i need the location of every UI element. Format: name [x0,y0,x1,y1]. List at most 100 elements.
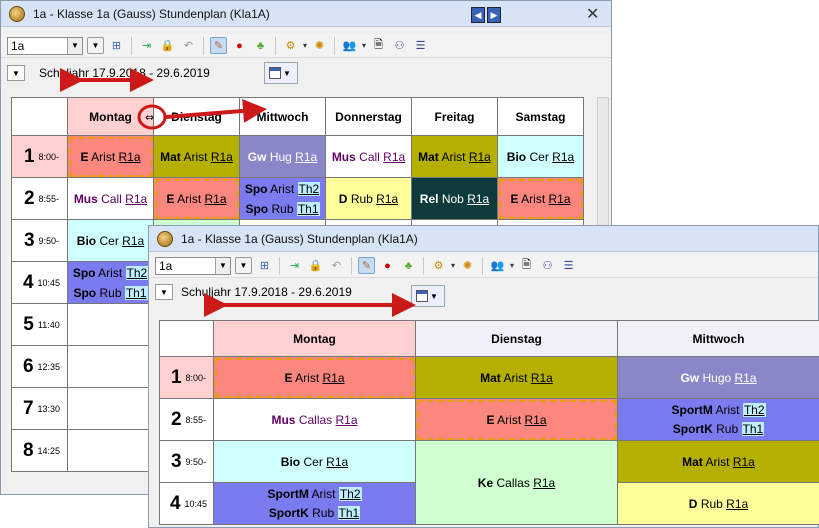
gear-icon[interactable]: ✺ [311,37,328,54]
empty-cell[interactable] [67,345,154,388]
settings-icon[interactable]: ⚙ [430,257,447,274]
brush-icon[interactable]: ✎ [358,257,375,274]
users-icon[interactable]: ⚇ [539,257,556,274]
day-header-monday[interactable]: Montag [67,97,154,136]
lesson-room[interactable]: Th2 [297,181,321,196]
empty-cell[interactable] [67,429,154,472]
settings-dropdown-icon[interactable]: ▾ [303,41,307,50]
period-header-2[interactable]: 2 8:55- [11,177,68,220]
class-select[interactable]: 1a ▼ [155,256,231,275]
lesson-room[interactable]: R1a [469,150,491,164]
export-icon[interactable]: ⇥ [286,257,303,274]
period-header-4[interactable]: 4 10:45 [159,482,214,525]
lesson-room[interactable]: R1a [552,150,574,164]
lesson-cell[interactable]: E Arist R1a [153,177,240,220]
lesson-room[interactable]: R1a [295,150,317,164]
users-icon[interactable]: ⚇ [391,37,408,54]
lesson-cell[interactable]: Bio Cer R1a [67,219,154,262]
lesson-cell[interactable]: Mus Call R1a [67,177,154,220]
lesson-cell[interactable]: Ke Callas R1a [415,440,618,525]
lesson-cell[interactable]: Gw Hugo R1a [617,356,819,399]
lesson-cell[interactable]: Mat Arist R1a [411,135,498,178]
lesson-cell[interactable]: E Arist R1a [415,398,618,441]
document-icon[interactable]: 🗎 [518,257,535,274]
lesson-cell[interactable]: Bio Cer R1a [213,440,416,483]
pin-icon[interactable]: ● [379,257,396,274]
undo-icon[interactable]: ↶ [180,37,197,54]
nav-next-icon[interactable]: ▶ [487,7,501,23]
lesson-room[interactable]: R1a [733,455,755,469]
day-header-saturday[interactable]: Samstag [497,97,584,136]
day-header-wednesday[interactable]: Mittwoch [239,97,326,136]
empty-cell[interactable] [67,303,154,346]
lesson-cell[interactable]: Spo Arist Th2 Spo Rub Th1 [67,261,154,304]
nav-prev-icon[interactable]: ◀ [471,7,485,23]
list-icon[interactable]: ☰ [560,257,577,274]
lesson-cell[interactable]: Mat Arist R1a [617,440,819,483]
lesson-room[interactable]: R1a [726,497,748,511]
lock-icon[interactable]: 🔒 [159,37,176,54]
day-header-tuesday[interactable]: Dienstag [415,320,618,357]
day-header-thursday[interactable]: Donnerstag [325,97,412,136]
grid-icon[interactable]: ⊞ [108,37,125,54]
lesson-room[interactable]: R1a [205,192,227,206]
lesson-cell[interactable]: SportM Arist Th2 SportK Rub Th1 [617,398,819,441]
period-header-7[interactable]: 7 13:30 [11,387,68,430]
lesson-cell[interactable]: Mat Arist R1a [415,356,618,399]
period-header-4[interactable]: 4 10:45 [11,261,68,304]
lesson-room[interactable]: R1a [525,413,547,427]
lesson-room[interactable]: R1a [119,150,141,164]
undo-icon[interactable]: ↶ [328,257,345,274]
dropdown-button[interactable]: ▼ [235,257,252,274]
empty-cell[interactable] [67,387,154,430]
lesson-cell[interactable]: Gw Hug R1a [239,135,326,178]
lesson-room[interactable]: R1a [735,371,757,385]
period-header-1[interactable]: 1 8:00- [11,135,68,178]
lesson-room[interactable]: R1a [549,192,571,206]
period-header-3[interactable]: 3 9:50- [11,219,68,262]
lesson-room[interactable]: R1a [323,371,345,385]
collapse-button[interactable]: ▼ [7,65,25,81]
brush-icon[interactable]: ✎ [210,37,227,54]
day-header-tuesday[interactable]: Dienstag [153,97,240,136]
gear-icon[interactable]: ✺ [459,257,476,274]
lesson-cell[interactable]: D Rub R1a [325,177,412,220]
lesson-room[interactable]: R1a [326,455,348,469]
period-header-8[interactable]: 8 14:25 [11,429,68,472]
people-icon[interactable]: ♣ [252,37,269,54]
settings-icon[interactable]: ⚙ [282,37,299,54]
lesson-room[interactable]: R1a [467,192,489,206]
lesson-room[interactable]: R1a [336,413,358,427]
lesson-room[interactable]: Th2 [742,402,766,417]
lesson-room[interactable]: R1a [122,234,144,248]
lesson-cell[interactable]: Mat Arist R1a [153,135,240,178]
calendar-button[interactable]: ▼ [411,285,445,307]
lesson-cell[interactable]: Bio Cer R1a [497,135,584,178]
lesson-room[interactable]: Th1 [741,421,765,436]
close-icon[interactable]: ✕ [586,4,599,24]
period-header-3[interactable]: 3 9:50- [159,440,214,483]
lesson-room[interactable]: R1a [125,192,147,206]
lesson-room[interactable]: R1a [533,476,555,490]
lesson-room[interactable]: Th2 [125,265,149,280]
lesson-room[interactable]: Th1 [296,201,320,216]
class-select[interactable]: 1a ▼ [7,36,83,55]
day-header-friday[interactable]: Freitag [411,97,498,136]
document-icon[interactable]: 🗎 [370,37,387,54]
lesson-room[interactable]: R1a [376,192,398,206]
collapse-button[interactable]: ▼ [155,284,173,300]
dropdown-button[interactable]: ▼ [87,37,104,54]
lesson-cell[interactable]: D Rub R1a [617,482,819,525]
list-icon[interactable]: ☰ [412,37,429,54]
group-icon[interactable]: 👥 [489,257,506,274]
period-header-5[interactable]: 5 11:40 [11,303,68,346]
lesson-room[interactable]: Th2 [338,486,362,501]
period-header-1[interactable]: 1 8:00- [159,356,214,399]
period-header-2[interactable]: 2 8:55- [159,398,214,441]
lesson-cell[interactable]: Rel Nob R1a [411,177,498,220]
lesson-room[interactable]: R1a [383,150,405,164]
grid-icon[interactable]: ⊞ [256,257,273,274]
lesson-room[interactable]: R1a [211,150,233,164]
lesson-room[interactable]: R1a [531,371,553,385]
calendar-button[interactable]: ▼ [264,62,298,84]
